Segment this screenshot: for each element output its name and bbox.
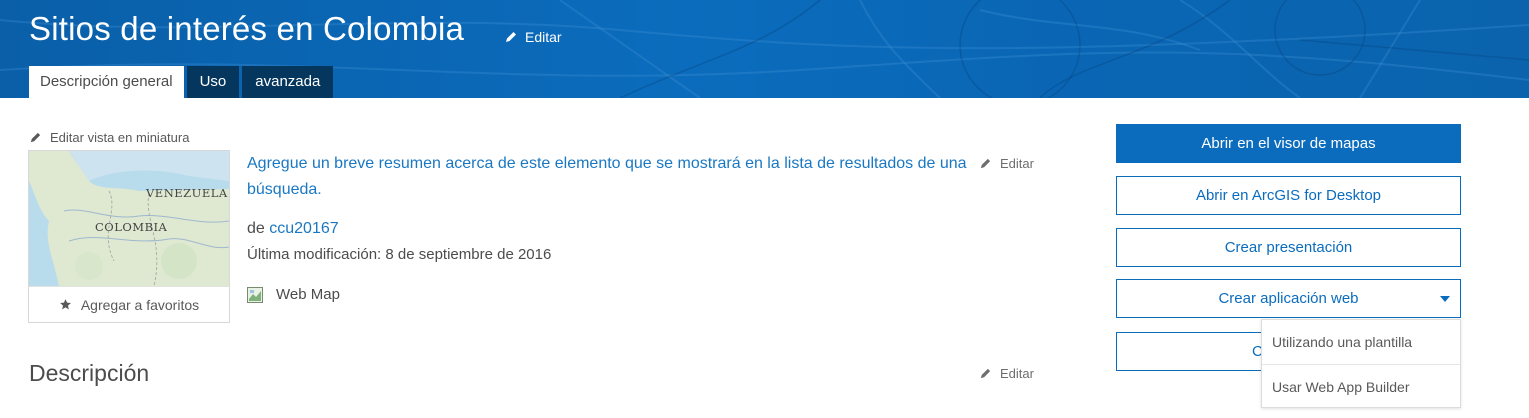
open-in-map-viewer-button[interactable]: Abrir en el visor de mapas — [1116, 124, 1461, 163]
pencil-icon — [980, 368, 991, 379]
description-edit-button[interactable]: Editar — [979, 366, 1034, 381]
tab-bar: Descripción general Uso avanzada — [29, 66, 336, 98]
last-modified: Última modificación: 8 de septiembre de … — [247, 246, 552, 263]
web-map-icon — [247, 286, 263, 303]
edit-thumbnail-button[interactable]: Editar vista en miniatura — [29, 130, 189, 145]
edit-thumbnail-label: Editar vista en miniatura — [50, 130, 190, 145]
pencil-icon — [30, 132, 41, 143]
web-app-dropdown-menu: Utilizando una plantilla Usar Web App Bu… — [1261, 319, 1461, 408]
menu-item-web-app-builder[interactable]: Usar Web App Builder — [1262, 364, 1460, 408]
open-in-arcgis-desktop-button[interactable]: Abrir en ArcGIS for Desktop — [1116, 176, 1461, 215]
star-icon — [59, 299, 71, 310]
add-to-favorites-button[interactable]: Agregar a favoritos — [29, 286, 229, 322]
pencil-icon — [980, 158, 991, 169]
description-edit-label: Editar — [1000, 366, 1034, 381]
title-edit-button[interactable]: Editar — [504, 29, 562, 45]
tab-usage[interactable]: Uso — [186, 66, 240, 98]
item-summary-link[interactable]: Agregue un breve resumen acerca de este … — [247, 151, 977, 203]
title-edit-label: Editar — [525, 29, 562, 45]
owner-link[interactable]: ccu20167 — [269, 220, 338, 237]
tab-overview[interactable]: Descripción general — [29, 66, 184, 98]
map-label-colombia: COLOMBIA — [95, 220, 168, 234]
summary-edit-label: Editar — [1000, 156, 1034, 171]
map-thumbnail-image: VENEZUELA COLOMBIA — [29, 151, 229, 286]
pencil-icon — [506, 32, 516, 42]
add-to-favorites-label: Agregar a favoritos — [80, 296, 200, 313]
item-owner: de ccu20167 — [247, 220, 339, 238]
item-type-label: Web Map — [276, 286, 340, 303]
map-label-venezuela: VENEZUELA — [145, 186, 228, 200]
header-banner: Sitios de interés en Colombia Editar Des… — [0, 0, 1529, 98]
menu-item-use-template[interactable]: Utilizando una plantilla — [1262, 320, 1460, 364]
summary-edit-button[interactable]: Editar — [979, 156, 1034, 171]
create-web-app-button[interactable]: Crear aplicación web — [1116, 279, 1461, 318]
thumbnail-card: VENEZUELA COLOMBIA Agregar a favoritos — [28, 150, 230, 323]
create-web-app-label: Crear aplicación web — [1218, 290, 1359, 307]
description-heading: Descripción — [29, 360, 150, 386]
thumbnail-map[interactable]: VENEZUELA COLOMBIA — [29, 151, 229, 286]
owner-prefix: de — [247, 220, 265, 237]
chevron-down-icon — [1440, 296, 1450, 302]
create-presentation-button[interactable]: Crear presentación — [1116, 228, 1461, 267]
tab-advanced[interactable]: avanzada — [242, 66, 334, 98]
page-title: Sitios de interés en Colombia — [29, 10, 465, 47]
item-type: Web Map — [247, 286, 340, 303]
